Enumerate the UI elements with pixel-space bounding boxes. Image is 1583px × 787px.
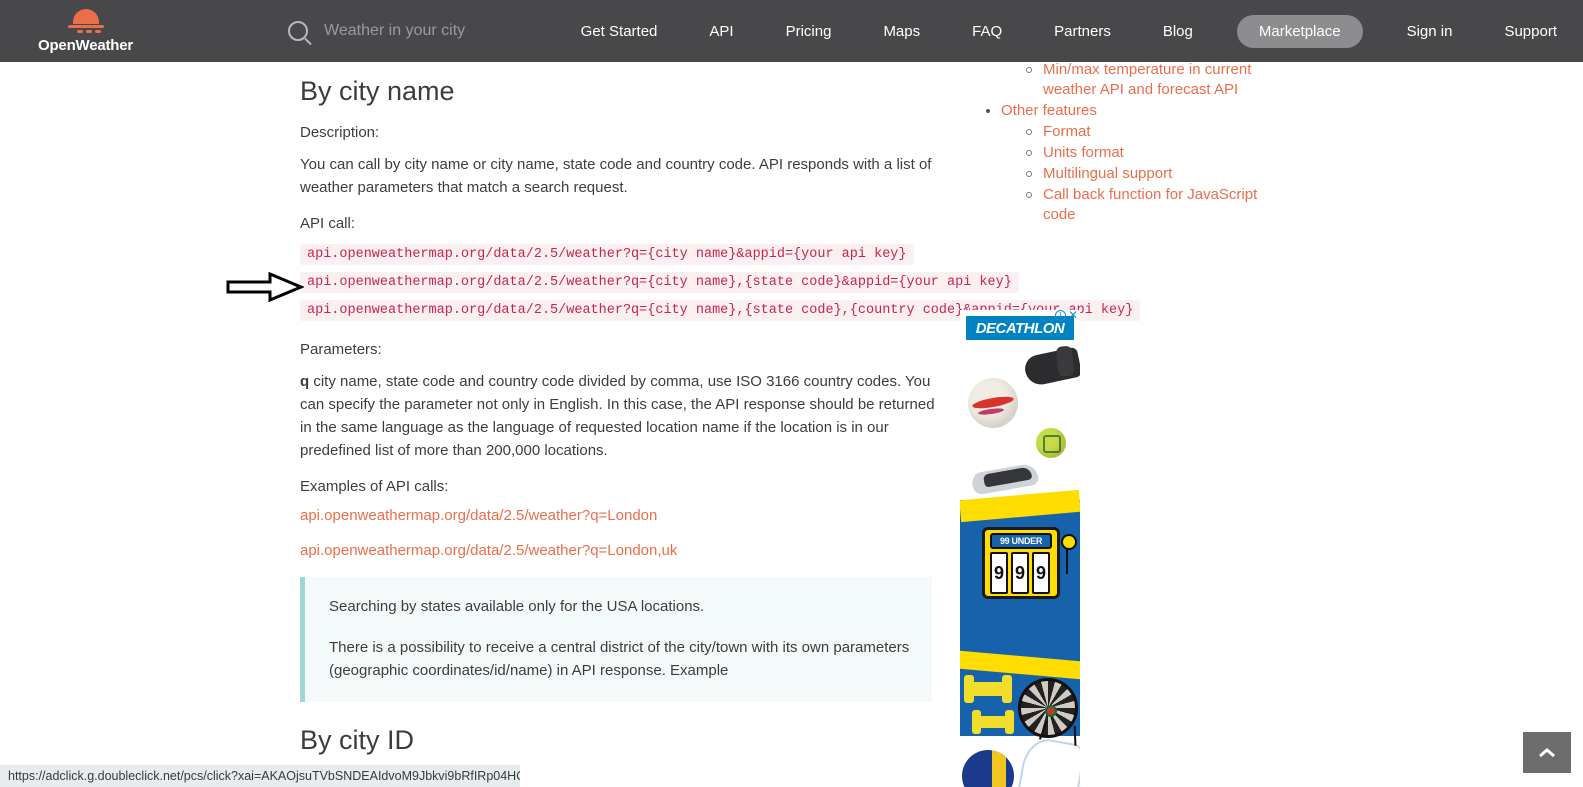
parameters-label: Parameters: (300, 341, 382, 359)
nav-link-blog[interactable]: Blog (1163, 15, 1193, 48)
code-line-city-name[interactable]: api.openweathermap.org/data/2.5/weather?… (300, 244, 914, 266)
example-link-london[interactable]: api.openweathermap.org/data/2.5/weather?… (300, 507, 940, 524)
sun-logo-icon (65, 8, 107, 35)
toc-link-minmax-temperature[interactable]: Min/max temperature in current weather A… (1043, 61, 1251, 98)
browser-status-bar: https://adclick.g.doubleclick.net/pcs/cl… (0, 765, 520, 787)
ad-brand-text: DECATHLON (975, 319, 1065, 337)
search-icon (288, 21, 309, 41)
documentation-content: By city name Description: You can call b… (300, 62, 1141, 787)
ad-close-icon[interactable]: ✕ (1068, 310, 1078, 321)
code-line-city-state[interactable]: api.openweathermap.org/data/2.5/weather?… (300, 272, 1019, 294)
nav-link-get-started[interactable]: Get Started (581, 15, 658, 48)
toc-item-units-format[interactable]: Units format (985, 143, 1285, 163)
toc-link-format[interactable]: Format (1043, 123, 1091, 140)
toc-item-multilingual-support[interactable]: Multilingual support (985, 164, 1285, 184)
info-callout: Searching by states available only for t… (300, 577, 932, 703)
toc-link-units-format[interactable]: Units format (1043, 144, 1124, 161)
logo-text: OpenWeather (38, 36, 134, 54)
example-link-london-uk[interactable]: api.openweathermap.org/data/2.5/weather?… (300, 542, 940, 559)
callout-text-1: Searching by states available only for t… (329, 598, 705, 616)
api-call-label: API call: (300, 215, 356, 233)
search-input-placeholder[interactable]: Weather in your city (324, 22, 465, 40)
ad-controls: i ✕ (1054, 310, 1078, 321)
nav-link-pricing[interactable]: Pricing (786, 15, 832, 48)
section-title-by-city-name: By city name (300, 76, 455, 106)
ad-jump-rope-image (1013, 735, 1080, 787)
chevron-up-icon (1539, 747, 1555, 757)
ad-dartboard-image (1018, 678, 1078, 738)
table-of-contents: Min/max temperature in current weather A… (985, 60, 1285, 226)
toc-link-other-features[interactable]: Other features (1001, 102, 1097, 119)
parameter-name-q: q (300, 373, 310, 391)
callout-text-2: There is a possibility to receive a cent… (329, 639, 910, 680)
examples-label: Examples of API calls: (300, 478, 449, 496)
nav-links: Get Started API Pricing Maps FAQ Partner… (555, 14, 1583, 48)
top-navigation-bar: OpenWeather Weather in your city Get Sta… (0, 0, 1583, 62)
openweather-logo[interactable]: OpenWeather (38, 8, 134, 54)
ad-slot-header: 99 UNDER (990, 533, 1052, 549)
ad-glove-image (1022, 346, 1080, 388)
toc-link-callback-function[interactable]: Call back function for JavaScript code (1043, 186, 1257, 223)
scroll-to-top-button[interactable] (1523, 732, 1571, 773)
ad-football-image (968, 378, 1018, 428)
ad-reel-2: 9 (1011, 552, 1029, 594)
ad-reel-1: 9 (990, 552, 1008, 594)
ad-volleyball-image (962, 750, 1014, 787)
nav-link-sign-in[interactable]: Sign in (1407, 15, 1453, 48)
nav-link-faq[interactable]: FAQ (972, 15, 1002, 48)
ad-slot-reels: 9 9 9 (990, 552, 1050, 594)
description-label: Description: (300, 124, 380, 142)
nav-link-maps[interactable]: Maps (883, 15, 920, 48)
ad-info-icon[interactable]: i (1054, 310, 1066, 321)
api-call-code-block: api.openweathermap.org/data/2.5/weather?… (300, 244, 1141, 328)
section-title-by-city-id: By city ID (300, 725, 415, 756)
nav-link-support[interactable]: Support (1504, 15, 1557, 48)
ad-tennis-ball-image (1036, 428, 1066, 458)
ad-slot-lever-icon (1061, 534, 1077, 574)
nav-link-marketplace[interactable]: Marketplace (1236, 14, 1363, 48)
nav-link-partners[interactable]: Partners (1054, 15, 1111, 48)
toc-item-minmax-temperature[interactable]: Min/max temperature in current weather A… (985, 60, 1285, 100)
nav-link-api[interactable]: API (709, 15, 733, 48)
parameter-q-description: q city name, state code and country code… (300, 370, 940, 462)
advertisement-banner[interactable]: DECATHLON i ✕ 99 UNDER 9 9 9 99 PROD (960, 310, 1080, 787)
parameter-q-text: city name, state code and country code d… (300, 373, 935, 460)
page-body: By city name Description: You can call b… (0, 60, 1583, 787)
toc-link-multilingual-support[interactable]: Multilingual support (1043, 165, 1172, 182)
description-text: You can call by city name or city name, … (300, 156, 932, 197)
toc-item-other-features[interactable]: Other features (985, 101, 1285, 121)
ad-dumbbell-image-1 (964, 675, 1012, 703)
toc-item-format[interactable]: Format (985, 122, 1285, 142)
search-box[interactable]: Weather in your city (288, 13, 533, 49)
ad-dumbbell-image-2 (972, 710, 1014, 734)
annotation-arrow-icon (226, 271, 305, 303)
toc-item-callback-function[interactable]: Call back function for JavaScript code (985, 185, 1285, 225)
ad-reel-3: 9 (1032, 552, 1050, 594)
ad-shoe-image (970, 462, 1040, 496)
ad-slot-machine: 99 UNDER 9 9 9 (982, 527, 1077, 599)
